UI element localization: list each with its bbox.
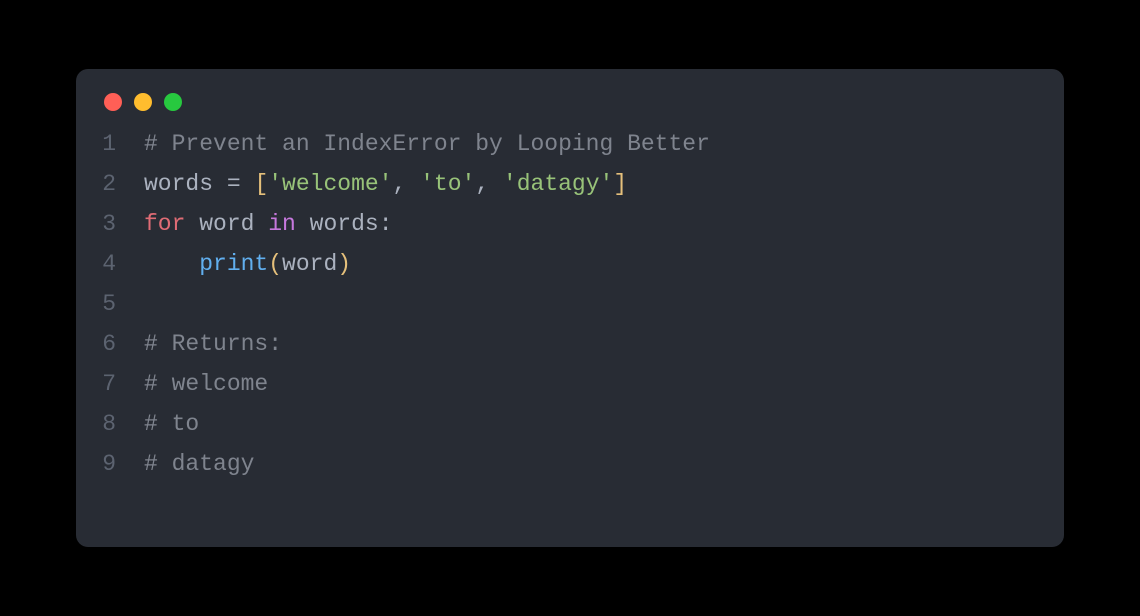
code-token: )	[337, 251, 351, 277]
code-token: # welcome	[144, 371, 268, 397]
code-token: # datagy	[144, 451, 254, 477]
close-icon[interactable]	[104, 93, 122, 111]
line-number: 2	[76, 171, 144, 197]
code-token: words	[296, 211, 379, 237]
code-line: 6# Returns:	[76, 331, 1044, 371]
code-token: word	[282, 251, 337, 277]
code-line: 1# Prevent an IndexError by Looping Bett…	[76, 131, 1044, 171]
window-titlebar	[76, 93, 1064, 131]
code-token	[144, 251, 199, 277]
line-number: 7	[76, 371, 144, 397]
code-token: =	[227, 171, 241, 197]
code-token: # Prevent an IndexError by Looping Bette…	[144, 131, 710, 157]
code-token: ,	[392, 171, 420, 197]
line-number: 6	[76, 331, 144, 357]
code-token: 'welcome'	[268, 171, 392, 197]
code-token: ]	[613, 171, 627, 197]
line-number: 3	[76, 211, 144, 237]
code-token: [	[241, 171, 269, 197]
code-content: # Returns:	[144, 331, 282, 357]
maximize-icon[interactable]	[164, 93, 182, 111]
code-content: # to	[144, 411, 199, 437]
code-token: 'to'	[420, 171, 475, 197]
code-content: print(word)	[144, 251, 351, 277]
code-token: ,	[475, 171, 503, 197]
code-line: 8# to	[76, 411, 1044, 451]
code-line: 4 print(word)	[76, 251, 1044, 291]
code-line: 3for word in words:	[76, 211, 1044, 251]
code-content: # Prevent an IndexError by Looping Bette…	[144, 131, 710, 157]
code-content: words = ['welcome', 'to', 'datagy']	[144, 171, 627, 197]
code-line: 2words = ['welcome', 'to', 'datagy']	[76, 171, 1044, 211]
code-token: in	[268, 211, 296, 237]
code-editor: 1# Prevent an IndexError by Looping Bett…	[76, 131, 1064, 491]
code-content: # datagy	[144, 451, 254, 477]
code-line: 7# welcome	[76, 371, 1044, 411]
line-number: 8	[76, 411, 144, 437]
code-token: word	[185, 211, 268, 237]
code-content: # welcome	[144, 371, 268, 397]
code-token: :	[379, 211, 393, 237]
code-content: for word in words:	[144, 211, 393, 237]
code-token: print	[199, 251, 268, 277]
line-number: 4	[76, 251, 144, 277]
line-number: 1	[76, 131, 144, 157]
code-token: # to	[144, 411, 199, 437]
code-token: for	[144, 211, 185, 237]
line-number: 5	[76, 291, 144, 317]
code-token: words	[144, 171, 227, 197]
code-token: # Returns:	[144, 331, 282, 357]
code-line: 5	[76, 291, 1044, 331]
minimize-icon[interactable]	[134, 93, 152, 111]
line-number: 9	[76, 451, 144, 477]
code-window: 1# Prevent an IndexError by Looping Bett…	[76, 69, 1064, 547]
code-token: 'datagy'	[503, 171, 613, 197]
code-token: (	[268, 251, 282, 277]
code-line: 9# datagy	[76, 451, 1044, 491]
